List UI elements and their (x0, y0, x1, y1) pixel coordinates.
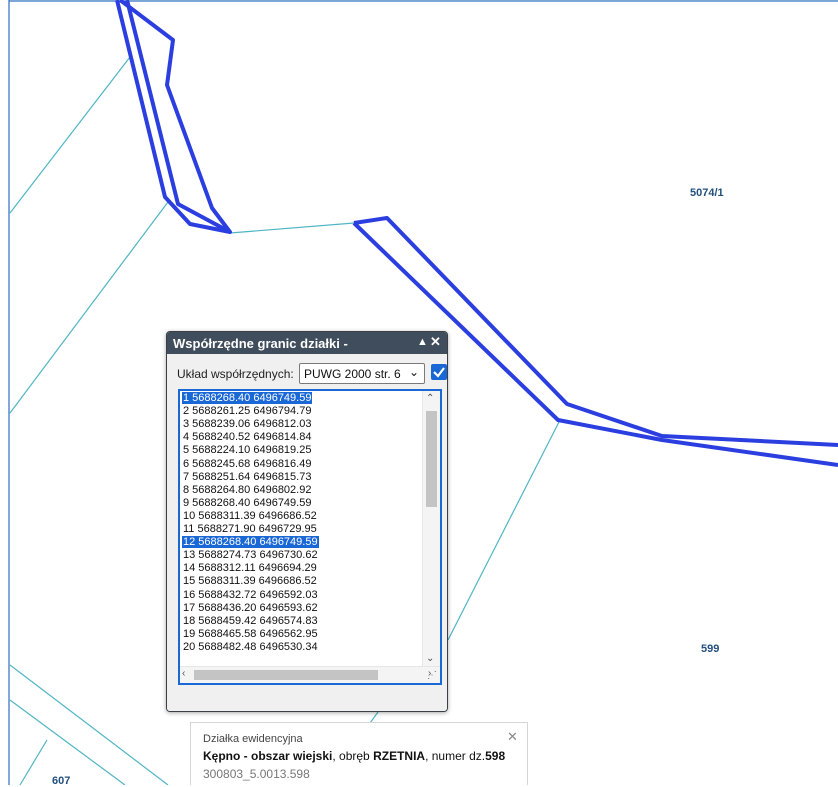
scroll-down-icon[interactable]: ⌄ (426, 653, 434, 664)
boundary-line (447, 419, 561, 641)
info-separator: , obręb (332, 749, 374, 763)
coordinate-row[interactable]: 20 5688482.48 6496530.34 (182, 641, 319, 653)
coordinate-row[interactable]: 11 5688271.90 6496729.95 (182, 523, 318, 535)
parcel-label-607: 607 (52, 775, 71, 787)
triangle-up-icon[interactable]: ▲ (417, 335, 428, 349)
horizontal-scrollbar[interactable]: ‹ › (180, 666, 440, 683)
checkmark-icon (433, 367, 445, 378)
info-precinct: RZETNIA (373, 749, 426, 763)
info-parcel-number: 598 (485, 749, 506, 763)
dialog-body: Układ współrzędnych: PUWG 2000 str. 6 ⌄ … (167, 354, 447, 711)
parcel-label-599: 599 (701, 643, 720, 655)
coordinate-row[interactable]: 4 5688240.52 6496814.84 (182, 431, 312, 443)
coordinate-row[interactable]: 18 5688459.42 6496574.83 (182, 615, 319, 627)
coordinates-dialog: Współrzędne granic działki - 300803_5.00… (166, 331, 448, 712)
info-type-label: Działka ewidencyjna (203, 733, 303, 745)
dialog-header[interactable]: Współrzędne granic działki - 300803_5.00… (167, 332, 447, 354)
crs-select-value: PUWG 2000 str. 6 (304, 367, 401, 381)
chevron-down-icon: ⌄ (408, 365, 419, 379)
dialog-title: Współrzędne granic działki - 300803_5.00… (173, 336, 348, 354)
info-place: Kępno - obszar wiejski (203, 749, 333, 763)
coordinate-row[interactable]: 3 5688239.06 6496812.03 (182, 418, 312, 430)
coordinate-row[interactable]: 8 5688264.80 6496802.92 (182, 484, 312, 496)
coordinate-row[interactable]: 15 5688311.39 6496686.52 (182, 575, 318, 587)
boundary-line (9, 201, 169, 414)
coordinate-row[interactable]: 10 5688311.39 6496686.52 (182, 510, 318, 522)
scroll-left-icon[interactable]: ‹ (182, 668, 185, 679)
parcel-label-5074-1: 5074/1 (690, 187, 724, 199)
crs-checkbox[interactable] (431, 364, 447, 380)
coordinate-row[interactable]: 16 5688432.72 6496592.03 (182, 589, 319, 601)
crs-label: Układ współrzędnych: (177, 367, 294, 381)
boundary-line (229, 222, 355, 234)
boundary-line (9, 56, 131, 214)
close-icon[interactable]: ✕ (430, 335, 441, 349)
vertical-scrollbar[interactable]: ⌃ ⌄ (422, 391, 440, 669)
coordinate-row[interactable]: 2 5688261.25 6496794.79 (182, 405, 312, 417)
boundary-line (9, 664, 169, 785)
coordinate-list[interactable]: 1 5688268.40 6496749.59 2 5688261.25 6496… (178, 389, 442, 685)
coordinate-row[interactable]: 5 5688224.10 6496819.25 (182, 444, 312, 456)
info-description: Kępno - obszar wiejski, obręb RZETNIA, n… (203, 749, 505, 763)
coordinate-row[interactable]: 12 5688268.40 6496749.59 (182, 536, 319, 549)
close-icon[interactable]: ✕ (507, 729, 518, 745)
info-separator: , numer dz. (425, 749, 486, 763)
parcel-info-popup: Działka ewidencyjna ✕ Kępno - obszar wie… (190, 722, 528, 785)
coordinate-row[interactable]: 13 5688274.73 6496730.62 (182, 549, 319, 561)
coordinate-row[interactable]: 6 5688245.68 6496816.49 (182, 458, 312, 470)
coordinate-row[interactable]: 14 5688312.11 6496694.29 (182, 562, 318, 574)
coordinate-row[interactable]: 17 5688436.20 6496593.62 (182, 602, 319, 614)
parcel-outline-segment (115, 0, 232, 234)
coordinate-row[interactable]: 1 5688268.40 6496749.59 (182, 392, 313, 404)
coordinate-row[interactable]: 7 5688251.64 6496815.73 (182, 471, 312, 483)
crs-select[interactable]: PUWG 2000 str. 6 ⌄ (299, 363, 425, 384)
boundary-line (19, 739, 48, 785)
info-parcel-id: 300803_5.0013.598 (203, 767, 310, 781)
scrollbar-thumb[interactable] (194, 670, 378, 680)
coordinate-row[interactable]: 19 5688465.58 6496562.95 (182, 628, 319, 640)
scroll-up-icon[interactable]: ⌃ (426, 393, 434, 404)
coordinate-row[interactable]: 9 5688268.40 6496749.59 (182, 497, 312, 509)
scrollbar-thumb[interactable] (426, 411, 437, 507)
resize-grip-icon[interactable]: ⋰ (427, 670, 439, 682)
